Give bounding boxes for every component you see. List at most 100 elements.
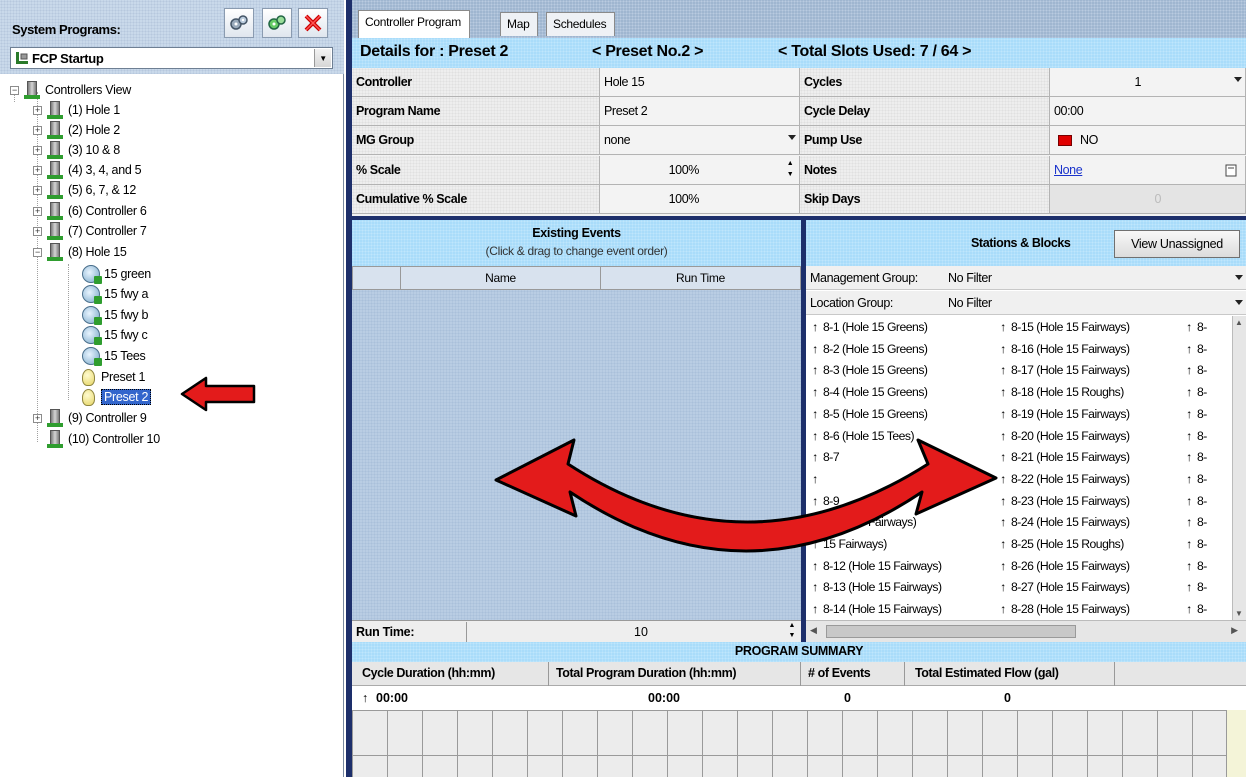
pump-use-field[interactable]: NO [1050, 126, 1246, 155]
events-col-run-time[interactable]: Run Time [601, 267, 800, 289]
expand-icon[interactable]: + [33, 206, 42, 216]
view-unassigned-button[interactable]: View Unassigned [1114, 230, 1240, 258]
tree-root[interactable]: − Controllers View [10, 80, 131, 100]
add-program-button[interactable] [224, 8, 254, 38]
tree-item-program-15-tees[interactable]: 15 Tees [82, 346, 146, 366]
station-item[interactable]: ↑ 8-22 (Hole 15 Fairways) [1000, 472, 1130, 486]
delete-program-button[interactable] [298, 8, 328, 38]
station-item[interactable]: ↑ 8-23 (Hole 15 Fairways) [1000, 494, 1130, 508]
tree-item-preset-2[interactable]: Preset 2 [82, 387, 152, 407]
tree-item-controller-2[interactable]: + (2) Hole 2 [33, 120, 120, 140]
cycles-select[interactable]: 1 [1050, 68, 1246, 97]
tree-item-controller-8[interactable]: − (8) Hole 15 [33, 242, 127, 262]
notes-field[interactable]: None [1050, 156, 1246, 185]
station-item[interactable]: ↑ 8- [1186, 472, 1207, 486]
station-item[interactable]: ↑ 8-26 (Hole 15 Fairways) [1000, 559, 1130, 573]
chevron-down-icon[interactable] [1234, 77, 1242, 82]
spinner-icon[interactable]: ▲ ▼ [783, 158, 797, 181]
tree-item-controller-5[interactable]: + (5) 6, 7, & 12 [33, 180, 136, 200]
expand-icon[interactable]: + [33, 125, 42, 135]
station-item[interactable]: ↑ 8-4 (Hole 15 Greens) [812, 385, 928, 399]
expand-icon[interactable]: + [33, 105, 42, 115]
mg-group-select[interactable]: none [600, 126, 800, 155]
copy-program-button[interactable] [262, 8, 292, 38]
station-item[interactable]: ↑ 8- [1186, 602, 1207, 616]
collapse-icon[interactable]: − [10, 85, 19, 95]
tree-item-program-15-green[interactable]: 15 green [82, 264, 151, 284]
scale-stepper[interactable]: 100% ▲ ▼ [600, 156, 800, 185]
tree-item-program-15-fwy-c[interactable]: 15 fwy c [82, 325, 148, 345]
station-item[interactable]: ↑ 8- [1186, 450, 1207, 464]
tree-item-controller-6[interactable]: + (6) Controller 6 [33, 201, 147, 221]
location-group-filter[interactable]: Location Group: No Filter [806, 291, 1246, 315]
scrollbar-thumb[interactable] [826, 625, 1076, 638]
station-item[interactable]: ↑ 8-28 (Hole 15 Fairways) [1000, 602, 1130, 616]
chevron-down-icon[interactable]: ▼ [314, 49, 331, 67]
scroll-right-icon[interactable]: ▶ [1231, 625, 1238, 636]
cycle-delay-field[interactable]: 00:00 [1050, 97, 1246, 126]
tab-schedules[interactable]: Schedules [546, 12, 616, 36]
station-item[interactable]: ↑ 8-17 (Hole 15 Fairways) [1000, 363, 1130, 377]
tree-item-controller-9[interactable]: + (9) Controller 9 [33, 408, 147, 428]
tree-item-program-15-fwy-a[interactable]: 15 fwy a [82, 284, 148, 304]
program-name-field[interactable]: Preset 2 [600, 97, 800, 126]
station-item[interactable]: ↑ 8- [1186, 537, 1207, 551]
chevron-down-icon[interactable] [1235, 300, 1243, 305]
station-item[interactable]: ↑ 8- [1186, 580, 1207, 594]
notepad-icon[interactable] [1225, 164, 1237, 177]
station-item[interactable]: ↑ 8- [1186, 342, 1207, 356]
collapse-icon[interactable]: − [33, 247, 42, 257]
scroll-up-icon[interactable]: ▲ [1235, 318, 1243, 327]
spinner-icon[interactable]: ▲ ▼ [785, 621, 799, 641]
station-item[interactable]: ↑ 8-18 (Hole 15 Roughs) [1000, 385, 1124, 399]
expand-icon[interactable]: + [33, 226, 42, 236]
tree-item-controller-10[interactable]: (10) Controller 10 [47, 429, 160, 449]
station-item[interactable]: ↑ 8-2 (Hole 15 Greens) [812, 342, 928, 356]
tab-map[interactable]: Map [500, 12, 539, 36]
vertical-scrollbar[interactable]: ▲ ▼ [1232, 316, 1246, 620]
tree-item-preset-1[interactable]: Preset 1 [82, 367, 145, 387]
chevron-down-icon[interactable] [788, 135, 796, 140]
station-item[interactable]: ↑ 8-1 (Hole 15 Greens) [812, 320, 928, 334]
tree-item-controller-7[interactable]: + (7) Controller 7 [33, 221, 147, 241]
tab-controller-program[interactable]: Controller Program [358, 10, 470, 38]
station-item[interactable]: ↑ 8-14 (Hole 15 Fairways) [812, 602, 942, 616]
station-item[interactable]: ↑ 8-16 (Hole 15 Fairways) [1000, 342, 1130, 356]
tree-item-controller-1[interactable]: + (1) Hole 1 [33, 100, 120, 120]
notes-link[interactable]: None [1054, 163, 1083, 177]
station-item[interactable]: ↑ 8- [1186, 320, 1207, 334]
expand-icon[interactable]: + [33, 413, 42, 423]
chevron-down-icon[interactable] [1235, 275, 1243, 280]
station-item[interactable]: ↑ 8-20 (Hole 15 Fairways) [1000, 429, 1130, 443]
expand-icon[interactable]: + [33, 165, 42, 175]
horizontal-scrollbar[interactable]: ◀ ▶ [806, 620, 1246, 642]
events-col-name[interactable]: Name [401, 267, 601, 289]
management-group-filter[interactable]: Management Group: No Filter [806, 266, 1246, 290]
station-item[interactable]: ↑ 8-25 (Hole 15 Roughs) [1000, 537, 1124, 551]
station-item[interactable]: ↑ 8-24 (Hole 15 Fairways) [1000, 515, 1130, 529]
skip-days-stepper[interactable]: 0 [1050, 185, 1246, 214]
station-item[interactable]: ↑ 8-21 (Hole 15 Fairways) [1000, 450, 1130, 464]
station-item[interactable]: ↑ 8- [1186, 407, 1207, 421]
tree-item-controller-4[interactable]: + (4) 3, 4, and 5 [33, 160, 142, 180]
station-item[interactable]: ↑ 8-15 (Hole 15 Fairways) [1000, 320, 1130, 334]
expand-icon[interactable]: + [33, 145, 42, 155]
station-item[interactable]: ↑ 8- [1186, 385, 1207, 399]
station-item[interactable]: ↑ 8-3 (Hole 15 Greens) [812, 363, 928, 377]
station-item[interactable]: ↑ 8- [1186, 559, 1207, 573]
station-item[interactable]: ↑ 8- [1186, 429, 1207, 443]
events-col-select[interactable] [353, 267, 401, 289]
station-item[interactable]: ↑ 8-19 (Hole 15 Fairways) [1000, 407, 1130, 421]
run-time-stepper[interactable]: 10 ▲ ▼ [468, 621, 801, 643]
station-item[interactable]: ↑ 8-27 (Hole 15 Fairways) [1000, 580, 1130, 594]
station-item[interactable]: ↑ 8- [1186, 363, 1207, 377]
station-item[interactable]: ↑ 8-5 (Hole 15 Greens) [812, 407, 928, 421]
station-item[interactable]: ↑ 8-13 (Hole 15 Fairways) [812, 580, 942, 594]
scroll-down-icon[interactable]: ▼ [1235, 609, 1243, 618]
system-program-select[interactable]: FCP Startup ▼ [10, 47, 333, 69]
expand-icon[interactable]: + [33, 185, 42, 195]
station-item[interactable]: ↑ 8- [1186, 515, 1207, 529]
scroll-left-icon[interactable]: ◀ [810, 625, 817, 636]
station-item[interactable]: ↑ 8- [1186, 494, 1207, 508]
tree-item-controller-3[interactable]: + (3) 10 & 8 [33, 140, 120, 160]
